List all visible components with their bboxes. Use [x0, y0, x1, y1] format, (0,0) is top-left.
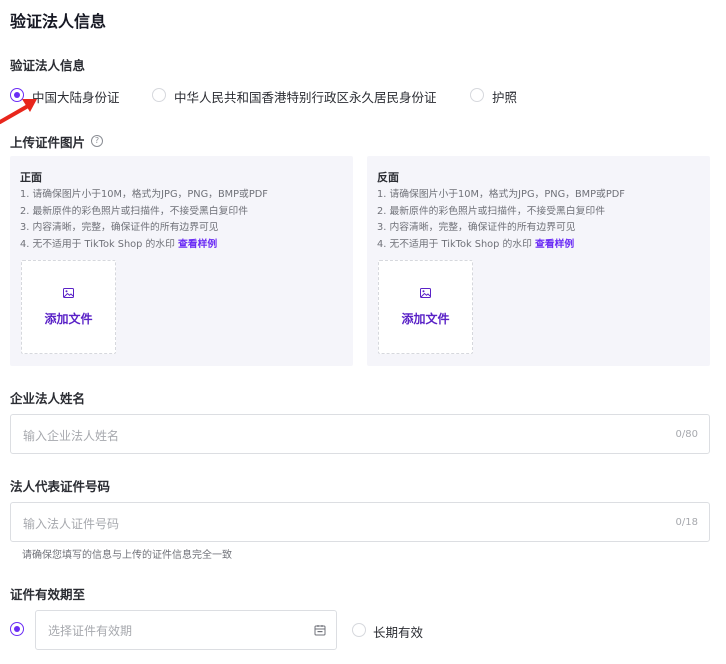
- radio-passport-label: 护照: [492, 90, 518, 105]
- radio-hk-id-circle[interactable]: [152, 88, 166, 102]
- legal-name-field[interactable]: 输入企业法人姓名 0/80: [10, 414, 710, 454]
- legal-name-label: 企业法人姓名: [10, 391, 86, 406]
- calendar-icon[interactable]: [314, 624, 326, 636]
- radio-hk-id[interactable]: 中华人民共和国香港特别行政区永久居民身份证: [152, 87, 442, 105]
- radio-passport-circle[interactable]: [470, 88, 484, 102]
- rule-back-1: 1. 请确保图片小于10M，格式为JPG，PNG，BMP或PDF: [377, 189, 625, 200]
- radio-hk-id-label: 中华人民共和国香港特别行政区永久居民身份证: [174, 90, 437, 105]
- id-number-field[interactable]: 输入法人证件号码 0/18: [10, 502, 710, 542]
- radio-passport[interactable]: 护照: [470, 87, 530, 105]
- sample-link-back[interactable]: 查看样例: [535, 239, 574, 250]
- radio-validity-date[interactable]: [10, 622, 24, 636]
- radio-long-term-label: 长期有效: [373, 625, 424, 640]
- legal-name-placeholder: 输入企业法人姓名: [23, 429, 120, 443]
- radio-long-term-circle[interactable]: [352, 623, 366, 637]
- rule-front-4: 4. 无不适用于 TikTok Shop 的水印: [20, 238, 175, 250]
- panel-title-front: 正面: [20, 171, 42, 184]
- id-number-placeholder: 输入法人证件号码: [23, 517, 120, 531]
- add-file-label-back: 添加文件: [401, 312, 450, 326]
- rule-front-2: 2. 最新原件的彩色照片或扫描件，不接受黑白复印件: [20, 205, 248, 217]
- add-file-label-front: 添加文件: [44, 312, 93, 326]
- page-title: 验证法人信息: [10, 12, 107, 31]
- upload-panel-front: 正面 1. 请确保图片小于10M，格式为JPG，PNG，BMP或PDF 2. 最…: [10, 156, 353, 366]
- radio-long-term[interactable]: 长期有效: [352, 622, 432, 640]
- id-number-hint: 请确保您填写的信息与上传的证件信息完全一致: [22, 550, 232, 561]
- rules-back: 1. 请确保图片小于10M，格式为JPG，PNG，BMP或PDF 2. 最新原件…: [377, 187, 625, 253]
- image-icon: [420, 288, 431, 298]
- rule-front-4-row: 4. 无不适用于 TikTok Shop 的水印 查看样例: [20, 237, 268, 254]
- add-file-button-back[interactable]: 添加文件: [378, 260, 473, 354]
- id-type-label: 验证法人信息: [10, 58, 86, 73]
- question-circle-icon[interactable]: ?: [91, 135, 103, 147]
- rule-front-1: 1. 请确保图片小于10M，格式为JPG，PNG，BMP或PDF: [20, 189, 268, 200]
- id-number-counter: 0/18: [675, 517, 698, 528]
- rule-front-3: 3. 内容清晰，完整，确保证件的所有边界可见: [20, 222, 219, 233]
- image-icon: [63, 288, 74, 298]
- rule-back-4-row: 4. 无不适用于 TikTok Shop 的水印 查看样例: [377, 237, 625, 254]
- radio-mainland-id-label: 中国大陆身份证: [32, 90, 120, 105]
- sample-link-front[interactable]: 查看样例: [178, 239, 217, 250]
- rule-back-2: 2. 最新原件的彩色照片或扫描件，不接受黑白复印件: [377, 205, 605, 217]
- upload-panel-back: 反面 1. 请确保图片小于10M，格式为JPG，PNG，BMP或PDF 2. 最…: [367, 156, 710, 366]
- red-arrow-icon: [0, 99, 37, 124]
- panel-title-back: 反面: [377, 171, 399, 184]
- validity-label: 证件有效期至: [10, 587, 86, 602]
- legal-name-counter: 0/80: [675, 429, 698, 440]
- validity-date-placeholder: 选择证件有效期: [48, 624, 133, 638]
- rules-front: 1. 请确保图片小于10M，格式为JPG，PNG，BMP或PDF 2. 最新原件…: [20, 187, 268, 253]
- rule-back-3: 3. 内容清晰，完整，确保证件的所有边界可见: [377, 222, 576, 233]
- validity-date-picker[interactable]: 选择证件有效期: [35, 610, 337, 650]
- rule-back-4: 4. 无不适用于 TikTok Shop 的水印: [377, 238, 532, 250]
- id-number-label: 法人代表证件号码: [10, 479, 111, 494]
- upload-label: 上传证件图片: [10, 135, 86, 150]
- add-file-button-front[interactable]: 添加文件: [21, 260, 116, 354]
